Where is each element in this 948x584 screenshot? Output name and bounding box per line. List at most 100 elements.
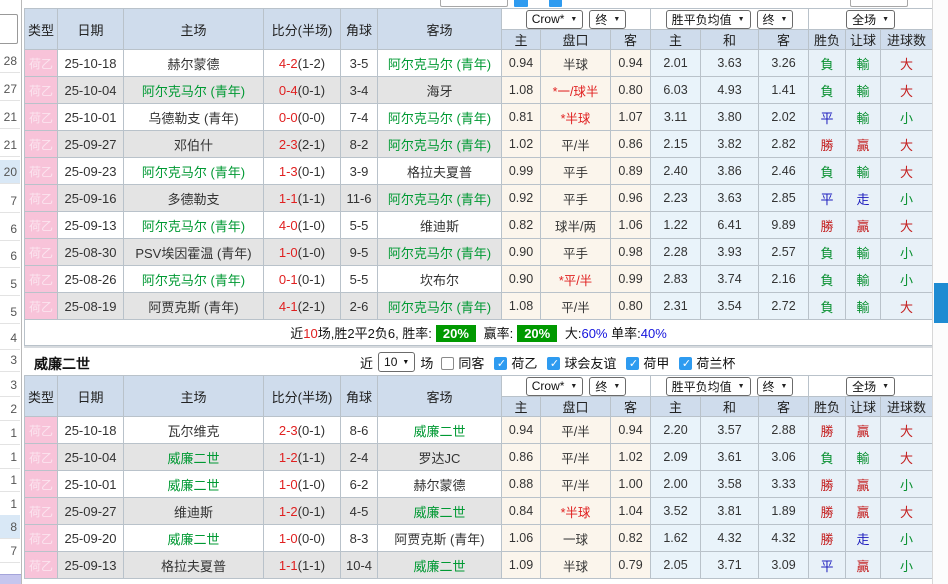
final-dropdown-1[interactable]: 终▼ <box>589 10 626 29</box>
summary-text: 场,胜2平2负6, 胜率: <box>318 326 432 341</box>
checked-checkbox-icon[interactable] <box>494 357 507 370</box>
mean-draw: 6.41 <box>701 212 759 239</box>
mean-home: 2.83 <box>651 266 701 293</box>
mean-away: 3.26 <box>759 50 809 77</box>
col-header-corner: 角球 <box>341 376 378 417</box>
checked-checkbox-icon[interactable] <box>547 357 560 370</box>
away-team[interactable]: 阿尔克马尔 (青年) <box>378 50 502 77</box>
result-goals: 大 <box>881 444 933 471</box>
result-wdl: 負 <box>809 50 846 77</box>
scrollbar-track[interactable] <box>932 0 948 584</box>
home-team[interactable]: 乌德勒支 (青年) <box>124 104 264 131</box>
section-header-willem: 威廉二世 近 10▼ 场 同客荷乙球会友谊荷甲荷兰杯 <box>24 346 932 375</box>
cutoff-number: 6 <box>0 244 20 268</box>
mean-dropdown[interactable]: 胜平负均值▼ <box>666 377 751 396</box>
away-team[interactable]: 威廉二世 <box>378 498 502 525</box>
away-team[interactable]: 罗达JC <box>378 444 502 471</box>
handicap-line: 平/半 <box>541 131 611 158</box>
result-wdl: 平 <box>809 185 846 212</box>
odds-source-dropdown[interactable]: Crow*▼ <box>526 377 584 396</box>
away-team[interactable]: 海牙 <box>378 77 502 104</box>
away-team[interactable]: 阿尔克马尔 (青年) <box>378 293 502 320</box>
home-team[interactable]: 阿尔克马尔 (青年) <box>124 77 264 104</box>
home-team[interactable]: 阿贾克斯 (青年) <box>124 293 264 320</box>
home-team[interactable]: 阿尔克马尔 (青年) <box>124 212 264 239</box>
away-team[interactable]: 阿尔克马尔 (青年) <box>378 131 502 158</box>
table-row: 荷乙 25-10-01 威廉二世 1-0(1-0) 6-2 赫尔蒙德 0.88 … <box>25 471 933 498</box>
score-cell: 1-0(0-0) <box>264 525 341 552</box>
sub-header-goals: 进球数 <box>881 30 933 50</box>
away-team[interactable]: 阿贾克斯 (青年) <box>378 525 502 552</box>
score-cell: 0-1(0-1) <box>264 266 341 293</box>
filter-label[interactable]: 荷乙 <box>511 356 537 371</box>
result-wdl: 勝 <box>809 471 846 498</box>
odds-away: 1.04 <box>611 498 651 525</box>
chevron-down-icon: ▼ <box>613 16 620 23</box>
mean-home: 2.15 <box>651 131 701 158</box>
table-row: 荷乙 25-09-27 维迪斯 1-2(0-1) 4-5 威廉二世 0.84 *… <box>25 498 933 525</box>
table-row: 荷乙 25-09-13 格拉夫夏普 1-1(1-1) 10-4 威廉二世 1.0… <box>25 552 933 579</box>
home-team[interactable]: 威廉二世 <box>124 471 264 498</box>
scope-dropdown[interactable]: 全场▼ <box>846 10 895 29</box>
home-team[interactable]: 格拉夫夏普 <box>124 552 264 579</box>
home-team[interactable]: 邓伯什 <box>124 131 264 158</box>
sub-header-mean-home: 主 <box>651 30 701 50</box>
home-team[interactable]: 维迪斯 <box>124 498 264 525</box>
away-team[interactable]: 威廉二世 <box>378 552 502 579</box>
final-dropdown-2[interactable]: 终▼ <box>757 377 794 396</box>
odds-home: 0.81 <box>502 104 541 131</box>
result-goals: 大 <box>881 417 933 444</box>
home-team[interactable]: 威廉二世 <box>124 444 264 471</box>
home-team[interactable]: 瓦尔维克 <box>124 417 264 444</box>
away-team[interactable]: 赫尔蒙德 <box>378 471 502 498</box>
mean-away: 1.41 <box>759 77 809 104</box>
mean-draw: 3.63 <box>701 185 759 212</box>
col-header-type: 类型 <box>25 376 58 417</box>
final-dropdown-1[interactable]: 终▼ <box>589 377 626 396</box>
handicap-line: 平手 <box>541 239 611 266</box>
away-team[interactable]: 阿尔克马尔 (青年) <box>378 104 502 131</box>
mean-away: 2.57 <box>759 239 809 266</box>
unchecked-checkbox-icon[interactable] <box>441 357 454 370</box>
result-wdl: 負 <box>809 239 846 266</box>
corners: 11-6 <box>341 185 378 212</box>
checked-checkbox-icon[interactable] <box>626 357 639 370</box>
home-team[interactable]: 阿尔克马尔 (青年) <box>124 266 264 293</box>
away-team[interactable]: 坎布尔 <box>378 266 502 293</box>
away-team[interactable]: 阿尔克马尔 (青年) <box>378 185 502 212</box>
odds-away: 1.02 <box>611 444 651 471</box>
score-cell: 2-3(0-1) <box>264 417 341 444</box>
filter-label[interactable]: 球会友谊 <box>564 356 616 371</box>
mean-away: 2.72 <box>759 293 809 320</box>
home-team[interactable]: 多德勒支 <box>124 185 264 212</box>
home-team[interactable]: 赫尔蒙德 <box>124 50 264 77</box>
away-team[interactable]: 格拉夫夏普 <box>378 158 502 185</box>
home-team[interactable]: 威廉二世 <box>124 525 264 552</box>
mean-away: 4.32 <box>759 525 809 552</box>
odds-source-dropdown[interactable]: Crow*▼ <box>526 10 584 29</box>
away-team[interactable]: 维迪斯 <box>378 212 502 239</box>
away-team[interactable]: 阿尔克马尔 (青年) <box>378 239 502 266</box>
filter-label[interactable]: 同客 <box>458 356 484 371</box>
score-cell: 1-0(1-0) <box>264 471 341 498</box>
corners: 3-5 <box>341 50 378 77</box>
cutoff-number: 1 <box>0 492 20 516</box>
corners: 5-5 <box>341 212 378 239</box>
final-dropdown-2[interactable]: 终▼ <box>757 10 794 29</box>
mean-away: 1.89 <box>759 498 809 525</box>
filter-label[interactable]: 荷甲 <box>643 356 669 371</box>
home-team[interactable]: PSV埃因霍温 (青年) <box>124 239 264 266</box>
mean-dropdown[interactable]: 胜平负均值▼ <box>666 10 751 29</box>
checked-checkbox-icon[interactable] <box>679 357 692 370</box>
league-badge: 荷乙 <box>29 300 53 314</box>
handicap-line: 平手 <box>541 185 611 212</box>
filter-label[interactable]: 荷兰杯 <box>696 356 735 371</box>
match-count-select[interactable]: 10▼ <box>378 352 415 372</box>
scrollbar-thumb[interactable] <box>934 283 948 323</box>
odds-home: 0.90 <box>502 239 541 266</box>
away-team[interactable]: 威廉二世 <box>378 417 502 444</box>
result-goals: 小 <box>881 239 933 266</box>
summary-text: 赢率: <box>484 326 514 341</box>
scope-dropdown[interactable]: 全场▼ <box>846 377 895 396</box>
home-team[interactable]: 阿尔克马尔 (青年) <box>124 158 264 185</box>
